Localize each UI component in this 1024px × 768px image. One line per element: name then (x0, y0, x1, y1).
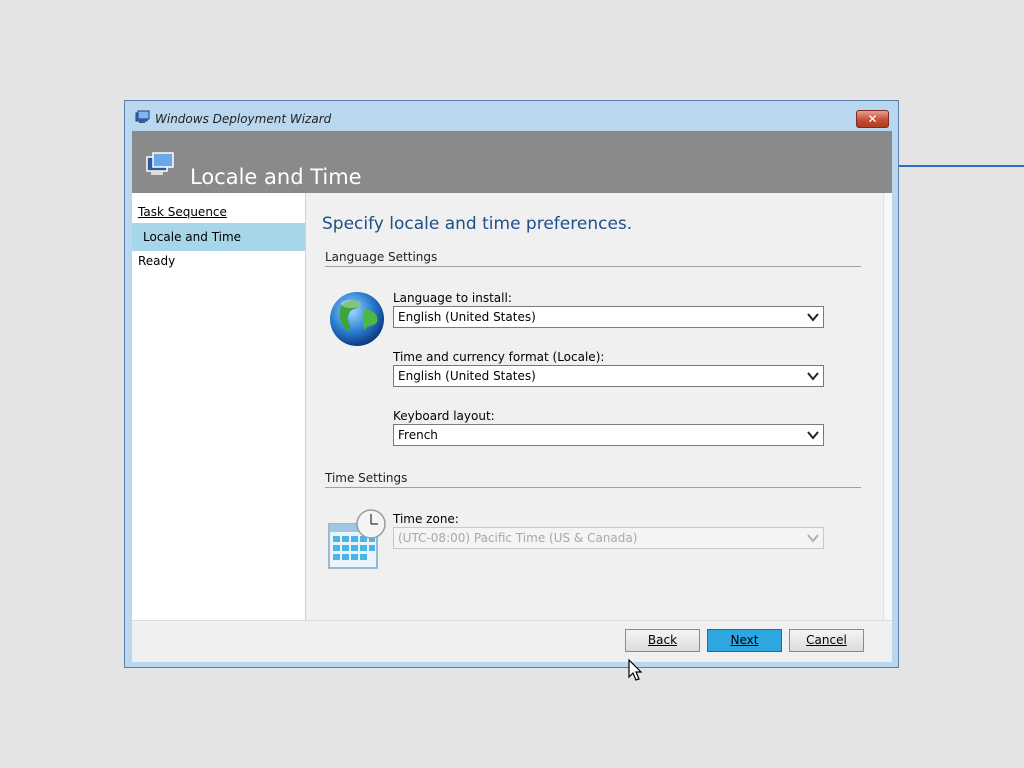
close-icon: ✕ (867, 112, 878, 126)
scrollbar[interactable] (883, 193, 892, 620)
cancel-button[interactable]: Cancel (789, 629, 864, 652)
locale-format-select[interactable]: English (United States) (393, 365, 824, 387)
background-line (898, 165, 1024, 167)
language-to-install-value: English (United States) (398, 310, 536, 324)
globe-icon (330, 292, 384, 346)
nav-item-task-sequence[interactable]: Task Sequence (132, 198, 305, 226)
window-title: Windows Deployment Wizard (155, 112, 332, 126)
keyboard-layout-value: French (398, 428, 438, 442)
title-bar[interactable]: Windows Deployment Wizard ✕ (125, 101, 898, 131)
page-header: Locale and Time (132, 131, 892, 193)
back-button-label: Back (647, 633, 678, 647)
app-icon (135, 110, 150, 123)
locale-format-value: English (United States) (398, 369, 536, 383)
computer-wizard-icon (146, 152, 174, 175)
chevron-down-icon (807, 431, 819, 440)
client-area: Locale and Time Task Sequence Locale and… (132, 131, 892, 662)
chevron-down-icon (807, 313, 819, 322)
content-pane: Specify locale and time preferences. Lan… (306, 193, 892, 620)
time-zone-label: Time zone: (393, 512, 459, 526)
locale-format-label: Time and currency format (Locale): (393, 350, 605, 364)
time-settings-label: Time Settings (325, 471, 408, 485)
keyboard-layout-select[interactable]: French (393, 424, 824, 446)
language-settings-divider (325, 266, 861, 267)
wizard-window: Windows Deployment Wizard ✕ Locale and T… (124, 100, 899, 668)
back-button[interactable]: Back (625, 629, 700, 652)
wizard-footer: Back Next Cancel (132, 620, 892, 662)
mouse-cursor-icon (628, 659, 643, 681)
language-to-install-label: Language to install: (393, 291, 512, 305)
content-heading: Specify locale and time preferences. (322, 214, 633, 234)
language-settings-label: Language Settings (325, 250, 438, 264)
nav-item-ready[interactable]: Ready (132, 247, 305, 275)
language-to-install-select[interactable]: English (United States) (393, 306, 824, 328)
time-settings-divider (325, 487, 861, 488)
time-zone-value: (UTC-08:00) Pacific Time (US & Canada) (398, 531, 638, 545)
next-button[interactable]: Next (707, 629, 782, 652)
chevron-down-icon (807, 534, 819, 543)
page-title: Locale and Time (190, 165, 362, 190)
chevron-down-icon (807, 372, 819, 381)
keyboard-layout-label: Keyboard layout: (393, 409, 495, 423)
cancel-button-label: Cancel (806, 633, 847, 647)
time-zone-select[interactable]: (UTC-08:00) Pacific Time (US & Canada) (393, 527, 824, 549)
close-button[interactable]: ✕ (856, 110, 889, 128)
calendar-clock-icon (328, 509, 386, 569)
next-button-label: Next (730, 633, 759, 647)
wizard-nav: Task Sequence Locale and Time Ready (132, 193, 306, 620)
